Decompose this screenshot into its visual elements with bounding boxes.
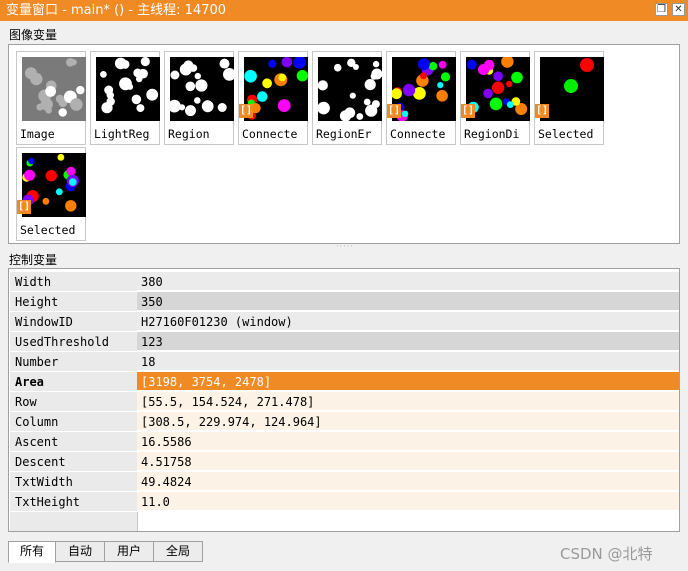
variable-value: H27160F01230 (window) xyxy=(137,312,679,331)
table-row[interactable]: Row [55.5, 154.524, 271.478] xyxy=(10,392,679,412)
variable-name: Area xyxy=(10,372,143,392)
array-badge-icon: [] xyxy=(239,104,253,118)
thumbnail-image xyxy=(318,57,382,121)
variable-name: TxtWidth xyxy=(10,472,143,492)
variable-name: Column xyxy=(10,412,143,432)
tab-3[interactable]: 用户 xyxy=(104,541,154,562)
thumbnail-image xyxy=(22,57,86,121)
thumbnail-image xyxy=(540,57,604,121)
thumbnail-label: Selected xyxy=(538,127,594,141)
thumbnail-label: LightReg xyxy=(94,127,150,141)
image-thumbnail[interactable]: RegionEr xyxy=(312,51,382,145)
table-row[interactable]: TxtHeight 11.0 xyxy=(10,492,679,512)
tab-4[interactable]: 全局 xyxy=(153,541,203,562)
variable-value: 18 xyxy=(137,352,679,371)
table-row[interactable]: Width 380 xyxy=(10,272,679,292)
variable-value: [55.5, 154.524, 271.478] xyxy=(137,392,679,411)
control-variables-table: Width 380 Height 350 WindowID H27160F01230 (w… xyxy=(8,268,680,532)
image-thumbnail[interactable]: [] Selected xyxy=(534,51,604,145)
variable-value: 380 xyxy=(137,272,679,291)
variable-name: TxtHeight xyxy=(10,492,143,512)
table-row[interactable]: Number 18 xyxy=(10,352,679,372)
image-thumbnail[interactable]: [] Connecte xyxy=(238,51,308,145)
thumbnail-label: Region xyxy=(168,127,210,141)
table-row[interactable]: Descent 4.51758 xyxy=(10,452,679,472)
variable-value: [308.5, 229.974, 124.964] xyxy=(137,412,679,431)
table-row[interactable]: Height 350 xyxy=(10,292,679,312)
variable-value: 49.4824 xyxy=(137,472,679,491)
tab-2[interactable]: 自动 xyxy=(55,541,105,562)
thumbnail-label: Image xyxy=(20,127,55,141)
table-row[interactable]: WindowID H27160F01230 (window) xyxy=(10,312,679,332)
title-bar: 变量窗口 - main* () - 主线程: 14700 xyxy=(0,0,688,21)
table-row[interactable]: Column [308.5, 229.974, 124.964] xyxy=(10,412,679,432)
variable-name: Row xyxy=(10,392,143,412)
thumbnail-image xyxy=(392,57,456,121)
tab-1[interactable]: 所有 xyxy=(8,541,56,563)
thumbnail-image xyxy=(466,57,530,121)
array-badge-icon: [] xyxy=(461,104,475,118)
variable-name: Number xyxy=(10,352,143,372)
restore-icon[interactable]: ❐ xyxy=(655,3,668,16)
variable-name: Ascent xyxy=(10,432,143,452)
array-badge-icon: [] xyxy=(535,104,549,118)
thumbnail-image xyxy=(22,153,86,217)
thumbnail-label: RegionEr xyxy=(316,127,372,141)
image-thumbnail[interactable]: [] Connecte xyxy=(386,51,456,145)
table-row[interactable]: TxtWidth 49.4824 xyxy=(10,472,679,492)
thumbnail-image xyxy=(170,57,234,121)
table-filler xyxy=(10,512,138,531)
image-thumbnail[interactable]: [] Selected xyxy=(16,147,86,241)
thumbnail-image xyxy=(244,57,308,121)
variable-value: 350 xyxy=(137,292,679,311)
table-row[interactable]: UsedThreshold 123 xyxy=(10,332,679,352)
window-title: 变量窗口 - main* () - 主线程: 14700 xyxy=(6,3,227,18)
variable-name: UsedThreshold xyxy=(10,332,143,352)
thumbnail-label: Connecte xyxy=(242,127,298,141)
thumbnail-label: Connecte xyxy=(390,127,446,141)
variable-name: Descent xyxy=(10,452,143,472)
variable-value: [3198, 3754, 2478] xyxy=(137,372,679,391)
variable-value: 4.51758 xyxy=(137,452,679,471)
table-row[interactable]: Ascent 16.5586 xyxy=(10,432,679,452)
image-variables-label: 图像变量 xyxy=(9,28,58,42)
table-row[interactable]: Area [3198, 3754, 2478] xyxy=(10,372,679,392)
control-variables-label: 控制变量 xyxy=(9,253,58,267)
image-thumbnail[interactable]: Image xyxy=(16,51,86,145)
variable-value: 11.0 xyxy=(137,492,679,511)
close-icon[interactable]: ✕ xyxy=(672,3,685,16)
thumbnail-label: RegionDi xyxy=(464,127,520,141)
variable-name: Width xyxy=(10,272,143,292)
image-thumbnail[interactable]: Region xyxy=(164,51,234,145)
array-badge-icon: [] xyxy=(387,104,401,118)
watermark: CSDN @北特 xyxy=(560,545,653,563)
thumbnail-label: Selected xyxy=(20,223,76,237)
image-variables-panel: Image LightReg Region [] Connecte RegionEr [] C… xyxy=(8,44,680,244)
variable-name: WindowID xyxy=(10,312,143,332)
variable-value: 123 xyxy=(137,332,679,351)
image-thumbnail[interactable]: [] RegionDi xyxy=(460,51,530,145)
variable-name: Height xyxy=(10,292,143,312)
splitter-handle[interactable]: ····· xyxy=(336,243,354,251)
array-badge-icon: [] xyxy=(17,200,31,214)
variable-value: 16.5586 xyxy=(137,432,679,451)
thumbnail-image xyxy=(96,57,160,121)
image-thumbnail[interactable]: LightReg xyxy=(90,51,160,145)
